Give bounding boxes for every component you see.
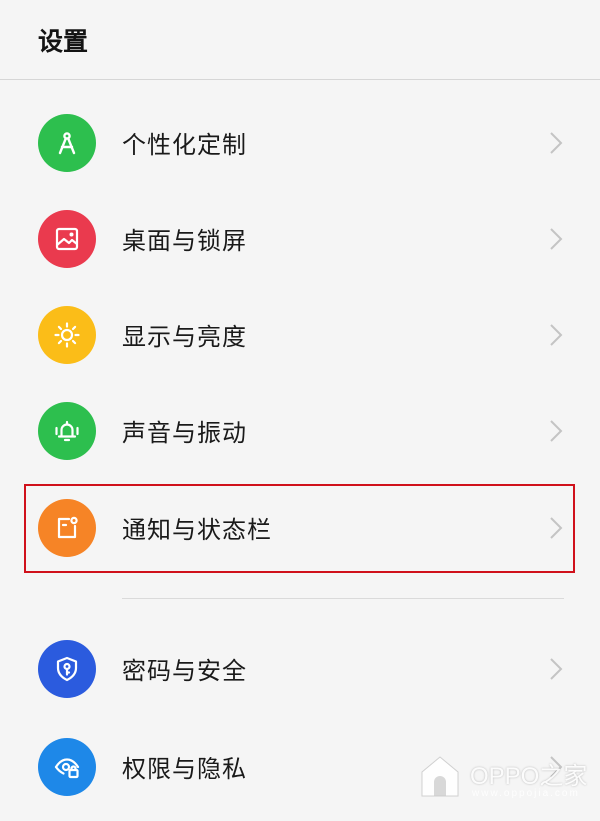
settings-item-label: 权限与隐私 bbox=[122, 755, 247, 783]
section-divider bbox=[122, 598, 564, 599]
settings-item-label: 显示与亮度 bbox=[122, 323, 247, 351]
chevron-right-icon bbox=[550, 420, 563, 442]
header: 设置 bbox=[0, 0, 600, 80]
sun-icon bbox=[38, 306, 96, 364]
settings-item-label: 桌面与锁屏 bbox=[122, 227, 247, 255]
chevron-right-icon bbox=[550, 658, 563, 680]
settings-item-label: 声音与振动 bbox=[122, 419, 247, 447]
image-icon bbox=[38, 210, 96, 268]
settings-item-label: 密码与安全 bbox=[122, 657, 247, 685]
watermark: OPPO之家 www.oppojia.com bbox=[418, 750, 590, 806]
chevron-right-icon bbox=[550, 228, 563, 250]
shield-key-icon bbox=[38, 640, 96, 698]
settings-item-personalization[interactable]: 个性化定制 bbox=[0, 95, 600, 191]
compass-icon bbox=[38, 114, 96, 172]
watermark-url: www.oppojia.com bbox=[472, 788, 580, 799]
chevron-right-icon bbox=[550, 324, 563, 346]
house-logo-icon bbox=[421, 756, 459, 797]
settings-item-desktop-lockscreen[interactable]: 桌面与锁屏 bbox=[0, 191, 600, 287]
highlight-box bbox=[24, 484, 575, 573]
chevron-right-icon bbox=[550, 132, 563, 154]
settings-item-sound-vibration[interactable]: 声音与振动 bbox=[0, 383, 600, 479]
watermark-brand: OPPO之家 bbox=[470, 763, 588, 790]
page-title: 设置 bbox=[38, 27, 89, 56]
settings-item-display-brightness[interactable]: 显示与亮度 bbox=[0, 287, 600, 383]
settings-item-password-security[interactable]: 密码与安全 bbox=[0, 621, 600, 717]
bell-vibrate-icon bbox=[38, 402, 96, 460]
eye-lock-icon bbox=[38, 738, 96, 796]
settings-item-label: 个性化定制 bbox=[122, 131, 247, 159]
